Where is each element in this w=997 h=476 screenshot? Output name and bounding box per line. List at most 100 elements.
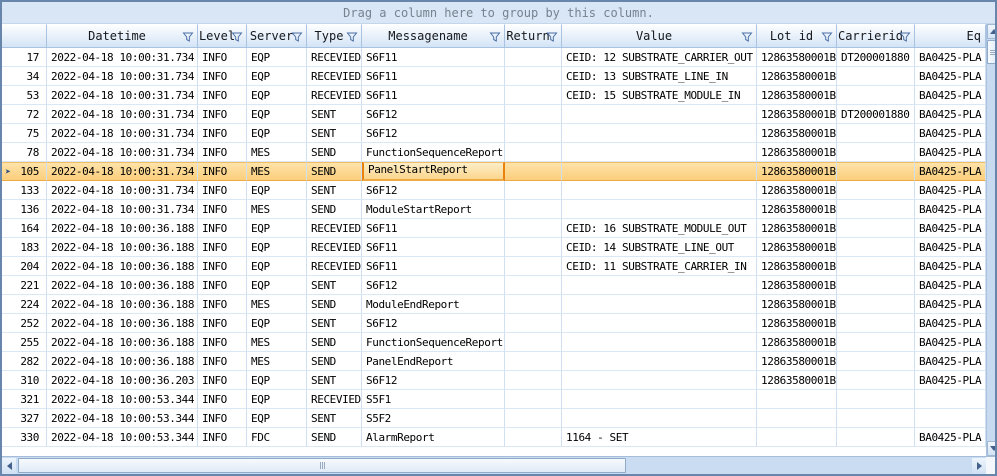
cell-lotid[interactable]: 12863580001B — [757, 371, 837, 390]
row-indicator[interactable]: 204 — [2, 257, 47, 276]
cell-datetime[interactable]: 2022-04-18 10:00:53.344 — [47, 428, 198, 447]
cell-lotid[interactable]: 12863580001B — [757, 162, 837, 181]
cell-value[interactable]: CEID: 14 SUBSTRATE_LINE_OUT — [562, 238, 757, 257]
cell-server[interactable]: EQP — [247, 86, 307, 105]
cell-lotid[interactable]: 12863580001B — [757, 48, 837, 67]
cell-level[interactable]: INFO — [198, 181, 247, 200]
table-row[interactable]: 1332022-04-18 10:00:31.734INFOEQPSENTS6F… — [2, 181, 986, 200]
cell-value[interactable] — [562, 162, 757, 181]
scroll-down-button[interactable] — [987, 441, 997, 456]
cell-carrierid[interactable] — [837, 181, 915, 200]
cell-eq[interactable] — [915, 390, 986, 409]
cell-carrierid[interactable] — [837, 162, 915, 181]
cell-datetime[interactable]: 2022-04-18 10:00:31.734 — [47, 181, 198, 200]
filter-icon[interactable] — [821, 31, 833, 43]
table-row[interactable]: 2042022-04-18 10:00:36.188INFOEQPRECEVIE… — [2, 257, 986, 276]
column-header-messagename[interactable]: Messagename — [362, 24, 505, 48]
scroll-up-button[interactable] — [987, 24, 997, 39]
cell-eq[interactable]: BA0425-PLA — [915, 257, 986, 276]
cell-type[interactable]: SEND — [307, 143, 362, 162]
cell-return[interactable] — [505, 219, 562, 238]
cell-server[interactable]: EQP — [247, 105, 307, 124]
table-row[interactable]: 722022-04-18 10:00:31.734INFOEQPSENTS6F1… — [2, 105, 986, 124]
cell-return[interactable] — [505, 181, 562, 200]
cell-value[interactable] — [562, 276, 757, 295]
cell-eq[interactable]: BA0425-PLA — [915, 276, 986, 295]
cell-level[interactable]: INFO — [198, 390, 247, 409]
table-row[interactable]: 172022-04-18 10:00:31.734INFOEQPRECEVIED… — [2, 48, 986, 67]
table-row[interactable]: 1362022-04-18 10:00:31.734INFOMESSENDMod… — [2, 200, 986, 219]
cell-return[interactable] — [505, 276, 562, 295]
row-indicator[interactable]: 252 — [2, 314, 47, 333]
row-indicator[interactable]: 72 — [2, 105, 47, 124]
cell-type[interactable]: SENT — [307, 105, 362, 124]
cell-messagename[interactable]: ModuleEndReport — [362, 295, 505, 314]
cell-messagename[interactable]: S6F12 — [362, 181, 505, 200]
cell-value[interactable] — [562, 390, 757, 409]
filter-icon[interactable] — [346, 31, 358, 43]
cell-server[interactable]: EQP — [247, 390, 307, 409]
scroll-right-button[interactable] — [972, 458, 986, 474]
cell-return[interactable] — [505, 67, 562, 86]
cell-return[interactable] — [505, 352, 562, 371]
cell-messagename[interactable]: S6F11 — [362, 238, 505, 257]
cell-level[interactable]: INFO — [198, 124, 247, 143]
row-indicator[interactable]: 17 — [2, 48, 47, 67]
table-row[interactable]: 1642022-04-18 10:00:36.188INFOEQPRECEVIE… — [2, 219, 986, 238]
cell-lotid[interactable]: 12863580001B — [757, 124, 837, 143]
filter-icon[interactable] — [182, 31, 194, 43]
cell-level[interactable]: INFO — [198, 295, 247, 314]
table-row[interactable]: 1832022-04-18 10:00:36.188INFOEQPRECEVIE… — [2, 238, 986, 257]
column-header-type[interactable]: Type — [307, 24, 362, 48]
cell-lotid[interactable]: 12863580001B — [757, 314, 837, 333]
cell-messagename[interactable]: S6F12 — [362, 371, 505, 390]
table-row[interactable]: 2822022-04-18 10:00:36.188INFOMESSENDPan… — [2, 352, 986, 371]
table-row[interactable]: 532022-04-18 10:00:31.734INFOEQPRECEVIED… — [2, 86, 986, 105]
cell-level[interactable]: INFO — [198, 314, 247, 333]
cell-carrierid[interactable] — [837, 409, 915, 428]
row-indicator[interactable]: 34 — [2, 67, 47, 86]
cell-return[interactable] — [505, 124, 562, 143]
cell-value[interactable]: CEID: 13 SUBSTRATE_LINE_IN — [562, 67, 757, 86]
cell-value[interactable] — [562, 371, 757, 390]
cell-messagename[interactable]: PanelEndReport — [362, 352, 505, 371]
cell-value[interactable] — [562, 105, 757, 124]
cell-server[interactable]: MES — [247, 143, 307, 162]
cell-value[interactable]: 1164 - SET — [562, 428, 757, 447]
cell-carrierid[interactable] — [837, 86, 915, 105]
cell-eq[interactable]: BA0425-PLA — [915, 219, 986, 238]
cell-datetime[interactable]: 2022-04-18 10:00:31.734 — [47, 48, 198, 67]
cell-datetime[interactable]: 2022-04-18 10:00:36.188 — [47, 352, 198, 371]
table-row[interactable]: 2212022-04-18 10:00:36.188INFOEQPSENTS6F… — [2, 276, 986, 295]
cell-carrierid[interactable] — [837, 352, 915, 371]
cell-carrierid[interactable] — [837, 333, 915, 352]
cell-datetime[interactable]: 2022-04-18 10:00:31.734 — [47, 162, 198, 181]
cell-type[interactable]: SEND — [307, 352, 362, 371]
cell-eq[interactable]: BA0425-PLA — [915, 352, 986, 371]
cell-datetime[interactable]: 2022-04-18 10:00:36.203 — [47, 371, 198, 390]
filter-icon[interactable] — [291, 31, 303, 43]
cell-datetime[interactable]: 2022-04-18 10:00:31.734 — [47, 86, 198, 105]
cell-type[interactable]: SEND — [307, 333, 362, 352]
cell-server[interactable]: MES — [247, 295, 307, 314]
cell-level[interactable]: INFO — [198, 428, 247, 447]
cell-return[interactable] — [505, 86, 562, 105]
cell-value[interactable] — [562, 200, 757, 219]
cell-type[interactable]: RECEVIED — [307, 86, 362, 105]
cell-value[interactable] — [562, 352, 757, 371]
cell-carrierid[interactable] — [837, 428, 915, 447]
scroll-left-button[interactable] — [2, 458, 16, 474]
cell-datetime[interactable]: 2022-04-18 10:00:36.188 — [47, 276, 198, 295]
cell-messagename[interactable]: AlarmReport — [362, 428, 505, 447]
cell-datetime[interactable]: 2022-04-18 10:00:31.734 — [47, 143, 198, 162]
column-header-value[interactable]: Value — [562, 24, 757, 48]
cell-eq[interactable]: BA0425-PLA — [915, 428, 986, 447]
table-row[interactable]: 2522022-04-18 10:00:36.188INFOEQPSENTS6F… — [2, 314, 986, 333]
cell-carrierid[interactable] — [837, 390, 915, 409]
cell-level[interactable]: INFO — [198, 105, 247, 124]
cell-carrierid[interactable] — [837, 295, 915, 314]
cell-eq[interactable]: BA0425-PLA — [915, 295, 986, 314]
cell-value[interactable]: CEID: 15 SUBSTRATE_MODULE_IN — [562, 86, 757, 105]
cell-messagename[interactable]: S6F11 — [362, 219, 505, 238]
cell-messagename[interactable]: S5F2 — [362, 409, 505, 428]
